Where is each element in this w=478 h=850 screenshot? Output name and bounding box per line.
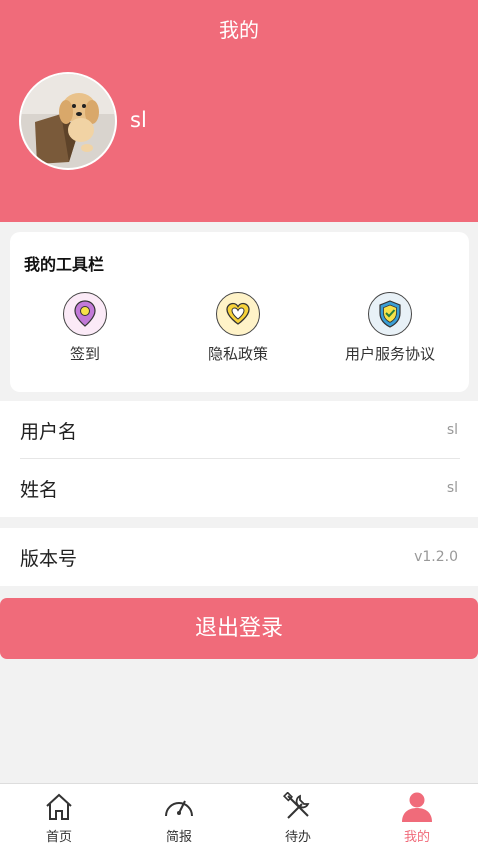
tab-home[interactable]: 首页 <box>19 790 99 845</box>
tool-label: 签到 <box>69 345 100 363</box>
tab-label: 首页 <box>45 830 72 845</box>
location-pin-icon <box>63 292 107 336</box>
profile-header: 我的 sl <box>0 0 478 222</box>
tool-user-agreement[interactable]: 用户服务协议 <box>320 292 460 364</box>
toolbar-title: 我的工具栏 <box>24 255 105 274</box>
tools-icon <box>280 790 316 824</box>
avatar-dog-image <box>21 74 115 168</box>
tab-mine[interactable]: 我的 <box>377 790 457 845</box>
row-value: sl <box>446 480 458 496</box>
tool-checkin[interactable]: 签到 <box>15 292 155 364</box>
tab-label: 待办 <box>284 830 311 845</box>
tab-label: 简报 <box>165 830 192 845</box>
page-title: 我的 <box>219 18 259 42</box>
toolbar-card: 我的工具栏 签到 隐私政策 用户服务协议 <box>10 232 469 392</box>
version-section: 版本号 v1.2.0 <box>0 528 478 586</box>
profile-name: sl <box>130 108 147 132</box>
user-icon <box>399 790 435 824</box>
bottom-tab-bar: 首页 简报 待办 我的 <box>0 783 478 850</box>
shield-check-icon <box>368 292 412 336</box>
gauge-icon <box>161 790 197 824</box>
tool-privacy-policy[interactable]: 隐私政策 <box>168 292 308 364</box>
home-icon <box>41 790 77 824</box>
row-value: sl <box>446 422 458 438</box>
logout-button[interactable]: 退出登录 <box>0 598 478 659</box>
list-item-version[interactable]: 版本号 v1.2.0 <box>0 528 478 586</box>
list-item-name[interactable]: 姓名 sl <box>0 459 478 517</box>
tab-todo[interactable]: 待办 <box>258 790 338 845</box>
list-item-username[interactable]: 用户名 sl <box>0 401 478 459</box>
tab-briefing[interactable]: 简报 <box>139 790 219 845</box>
version-value: v1.2.0 <box>414 549 458 565</box>
account-info-section: 用户名 sl 姓名 sl <box>0 401 478 517</box>
avatar[interactable] <box>19 72 117 170</box>
row-label: 版本号 <box>20 548 78 570</box>
row-label: 用户名 <box>20 421 78 443</box>
tool-label: 用户服务协议 <box>344 345 435 363</box>
heart-icon <box>216 292 260 336</box>
tool-label: 隐私政策 <box>207 345 268 363</box>
row-label: 姓名 <box>20 479 59 501</box>
tab-label: 我的 <box>403 830 430 845</box>
